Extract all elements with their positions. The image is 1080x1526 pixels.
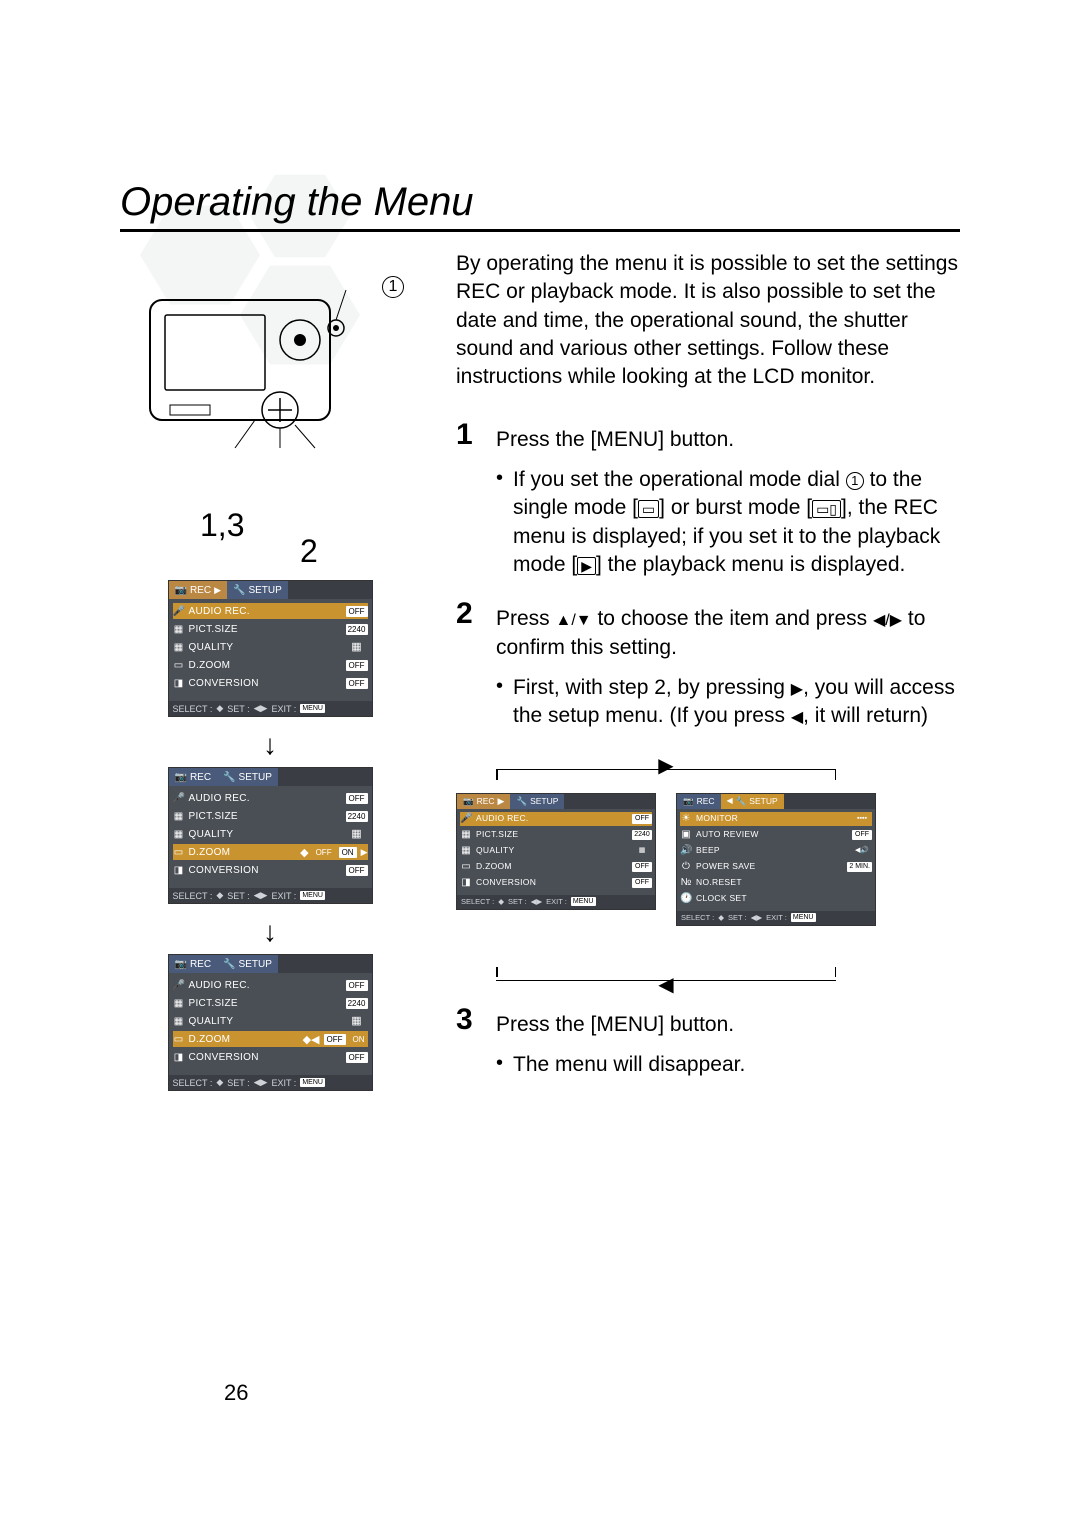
burst-mode-icon: ▭▯ [812,500,841,518]
step-1-text: Press the [MENU] button. [496,426,960,454]
menu-footer: SELECT :◆ SET :◀▶ EXIT :MENU [169,701,372,716]
tab-rec: 📷REC [677,794,721,809]
step-2: 2 Press ▲/▼ to choose the item and press… [456,599,960,730]
lcd-menu-screen-3: 📷REC 🔧SETUP 🎤AUDIO REC.OFF ▦PICT.SIZE224… [168,954,373,1091]
tab-rec: 📷REC▶ [457,794,510,809]
menu-row-pictsize: ▦PICT.SIZE2240 [173,621,368,637]
step-2-bullet: First, with step 2, by pressing ▶, you w… [496,674,960,731]
menu-row-quality: ▦QUALITY▦ [173,826,368,842]
left-right-icon: ◀/▶ [873,610,902,632]
tab-setup: 🔧SETUP [217,955,278,973]
dual-lcd-figure: ▶ 📷REC▶ 🔧SETUP 🎤AUDIO REC.OFF ▦PICT.SIZE… [456,755,876,995]
playback-mode-icon: ▶ [577,557,596,575]
menu-row-audio: 🎤AUDIO REC.OFF [173,977,368,993]
lcd-menu-screen-1: 📷REC▶ 🔧SETUP 🎤AUDIO REC.OFF ▦PICT.SIZE22… [168,580,373,717]
intro-paragraph: By operating the menu it is possible to … [456,250,960,392]
tab-setup: 🔧SETUP [227,581,288,599]
menu-row-audio: 🎤AUDIO REC.OFF [173,790,368,806]
menu-row-quality: ▦QUALITY▦ [173,639,368,655]
tab-setup: ◀🔧SETUP [721,794,784,809]
lcd-menu-screen-2: 📷REC 🔧SETUP 🎤AUDIO REC.OFF ▦PICT.SIZE224… [168,767,373,904]
camera-diagram: 1 1,3 2 [140,280,400,540]
left-column: 1 1,3 2 [120,250,420,1100]
step-3: 3 Press the [MENU] button. The menu will… [456,1005,960,1080]
step-number: 1 [456,420,482,580]
right-column: By operating the menu it is possible to … [456,250,960,1100]
single-mode-icon: ▭ [638,500,659,518]
page-number: 26 [224,1380,248,1406]
step-1-bullet: If you set the operational mode dial 1 t… [496,466,960,579]
callout-icon: 1 [846,472,864,490]
menu-row-audio: 🎤AUDIO REC.OFF [173,603,368,619]
menu-row-dzoom-selected-on: ▭D.ZOOM◆◀OFFON [173,1031,368,1047]
tab-setup: 🔧SETUP [217,768,278,786]
right-arrow-icon: ▶ [791,679,803,701]
page-title: Operating the Menu [120,180,960,232]
left-arrow-icon: ◀ [791,707,803,729]
top-bracket [496,769,836,783]
step-3-text: Press the [MENU] button. [496,1011,960,1039]
arrow-down-icon: ↓ [263,729,277,761]
step-3-bullet: The menu will disappear. [496,1051,960,1079]
menu-footer: SELECT :◆ SET :◀▶ EXIT :MENU [169,1075,372,1090]
left-arrow-icon: ◀ [658,972,673,999]
tab-setup: 🔧SETUP [510,794,564,809]
callout-2: 2 [300,533,318,570]
camera-illustration [140,280,360,450]
menu-row-pictsize: ▦PICT.SIZE2240 [173,995,368,1011]
menu-row-conversion: ◨CONVERSIONOFF [173,675,368,691]
menu-row-conversion: ◨CONVERSIONOFF [173,862,368,878]
step-number: 3 [456,1005,482,1080]
lcd-mini-rec: 📷REC▶ 🔧SETUP 🎤AUDIO REC.OFF ▦PICT.SIZE22… [456,793,656,910]
menu-row-quality: ▦QUALITY▦ [173,1013,368,1029]
tab-rec: 📷REC [169,768,218,786]
menu-row-conversion: ◨CONVERSIONOFF [173,1049,368,1065]
lcd-mini-setup: 📷REC ◀🔧SETUP ☀MONITOR▪▪▪▪ ▣AUTO REVIEWOF… [676,793,876,926]
callout-1: 1 [382,276,404,298]
up-down-icon: ▲/▼ [556,610,592,632]
tab-rec: 📷REC▶ [169,581,228,599]
step-number: 2 [456,599,482,730]
menu-row-dzoom: ▭D.ZOOMOFF [173,657,368,673]
manual-page: Operating the Menu 1 [0,0,1080,1526]
menu-row-dzoom-selected: ▭D.ZOOM◆OFFON▶ [173,844,368,860]
menu-row-pictsize: ▦PICT.SIZE2240 [173,808,368,824]
callout-13: 1,3 [200,507,244,544]
arrow-down-icon: ↓ [263,916,277,948]
tab-rec: 📷REC [169,955,218,973]
step-1: 1 Press the [MENU] button. If you set th… [456,420,960,580]
menu-footer: SELECT :◆ SET :◀▶ EXIT :MENU [169,888,372,903]
step-2-text: Press ▲/▼ to choose the item and press ◀… [496,605,960,662]
